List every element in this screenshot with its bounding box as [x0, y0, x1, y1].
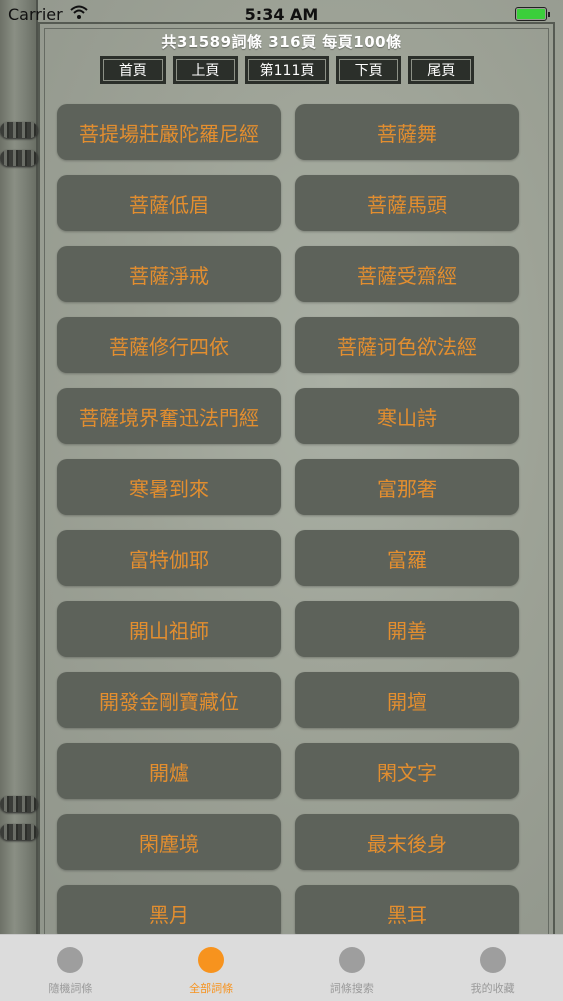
- book-spine: [0, 0, 38, 935]
- binding-ring-icon: [0, 796, 38, 812]
- last-page-button[interactable]: 尾頁: [408, 56, 475, 84]
- term-button[interactable]: 黑月: [57, 885, 281, 941]
- tab-entry-search[interactable]: 詞條搜索: [282, 935, 423, 1001]
- term-button[interactable]: 開善: [295, 601, 519, 657]
- term-button[interactable]: 菩薩低眉: [57, 175, 281, 231]
- term-button[interactable]: 菩薩修行四依: [57, 317, 281, 373]
- next-page-button[interactable]: 下頁: [335, 56, 402, 84]
- term-button[interactable]: 開爐: [57, 743, 281, 799]
- term-button[interactable]: 富那奢: [295, 459, 519, 515]
- circle-icon: [338, 947, 365, 973]
- binding-ring-icon: [0, 150, 38, 166]
- tab-label: 隨機詞條: [48, 982, 93, 995]
- battery-level: [517, 9, 545, 19]
- circle-icon: [57, 947, 84, 973]
- term-button[interactable]: 開山祖師: [57, 601, 281, 657]
- term-button[interactable]: 富羅: [295, 530, 519, 586]
- term-button[interactable]: 寒暑到來: [57, 459, 281, 515]
- circle-icon: [198, 947, 225, 973]
- tab-label: 我的收藏: [470, 982, 515, 995]
- term-button[interactable]: 菩提場莊嚴陀羅尼經: [57, 104, 281, 160]
- entry-summary: 共31589詞條 316頁 每頁100條: [161, 33, 402, 51]
- binding-ring-icon: [0, 122, 38, 138]
- term-button[interactable]: 菩薩舞: [295, 104, 519, 160]
- term-button[interactable]: 菩薩诃色欲法經: [295, 317, 519, 373]
- term-button[interactable]: 菩薩受齋經: [295, 246, 519, 302]
- term-button[interactable]: 閑文字: [295, 743, 519, 799]
- term-button[interactable]: 最末後身: [295, 814, 519, 870]
- tab-random-entry[interactable]: 隨機詞條: [0, 935, 141, 1001]
- circle-icon: [479, 947, 506, 973]
- term-button[interactable]: 黑耳: [295, 885, 519, 941]
- term-button[interactable]: 開發金剛寶藏位: [57, 672, 281, 728]
- tab-label: 詞條搜索: [329, 982, 374, 995]
- status-time: 5:34 AM: [244, 5, 319, 24]
- status-bar: Carrier 5:34 AM: [0, 0, 563, 30]
- term-button[interactable]: 菩薩境界奮迅法門經: [57, 388, 281, 444]
- term-button[interactable]: 菩薩淨戒: [57, 246, 281, 302]
- term-button[interactable]: 富特伽耶: [57, 530, 281, 586]
- tab-label: 全部詞條: [189, 982, 234, 995]
- term-button[interactable]: 菩薩馬頭: [295, 175, 519, 231]
- tab-my-favorites[interactable]: 我的收藏: [422, 935, 563, 1001]
- battery-icon: [515, 7, 550, 21]
- current-page-button[interactable]: 第111頁: [245, 56, 329, 84]
- first-page-button[interactable]: 首頁: [100, 56, 166, 84]
- tab-bar: 隨機詞條 全部詞條 詞條搜索 我的收藏: [0, 934, 563, 1001]
- prev-page-button[interactable]: 上頁: [172, 56, 239, 84]
- term-button[interactable]: 閑塵境: [57, 814, 281, 870]
- term-button[interactable]: 寒山詩: [295, 388, 519, 444]
- binding-ring-icon: [0, 824, 38, 840]
- pagination: 首頁 上頁 第111頁 下頁 尾頁: [100, 56, 475, 84]
- term-grid: 菩提場莊嚴陀羅尼經 菩薩舞 菩薩低眉 菩薩馬頭 菩薩淨戒 菩薩受齋經 菩薩修行四…: [57, 104, 519, 941]
- tab-all-entries[interactable]: 全部詞條: [141, 935, 282, 1001]
- term-button[interactable]: 開壇: [295, 672, 519, 728]
